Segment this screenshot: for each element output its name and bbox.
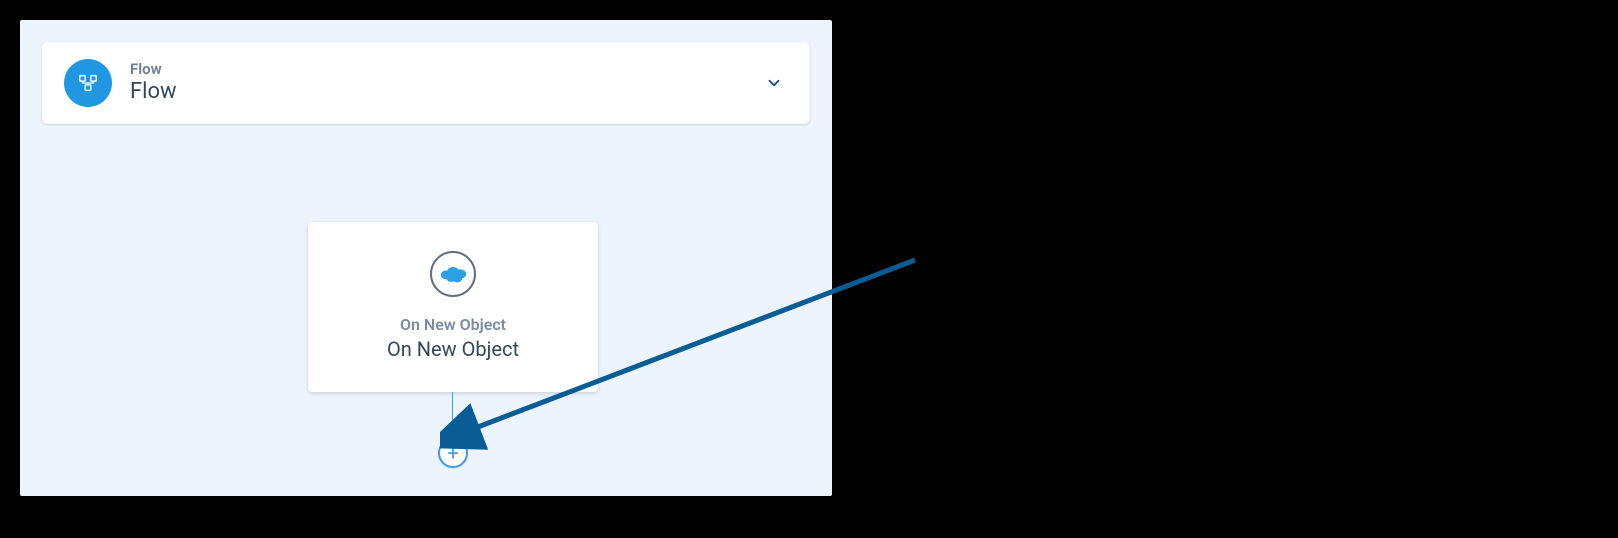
- node-type-label: On New Object: [400, 315, 506, 336]
- chevron-down-icon: [760, 69, 788, 97]
- connector-line: [452, 392, 453, 442]
- flow-canvas[interactable]: Flow Flow On New Object On New Object +: [20, 20, 832, 496]
- node-title: On New Object: [387, 335, 519, 363]
- trigger-node-card[interactable]: On New Object On New Object: [308, 222, 598, 392]
- flow-icon: [64, 59, 112, 107]
- salesforce-icon: [430, 251, 476, 297]
- flow-header-text: Flow Flow: [130, 60, 760, 107]
- flow-title: Flow: [130, 78, 760, 107]
- add-step-button[interactable]: +: [438, 438, 468, 468]
- plus-icon: +: [447, 443, 458, 463]
- flow-header-dropdown[interactable]: Flow Flow: [42, 42, 810, 124]
- flow-type-label: Flow: [130, 60, 760, 78]
